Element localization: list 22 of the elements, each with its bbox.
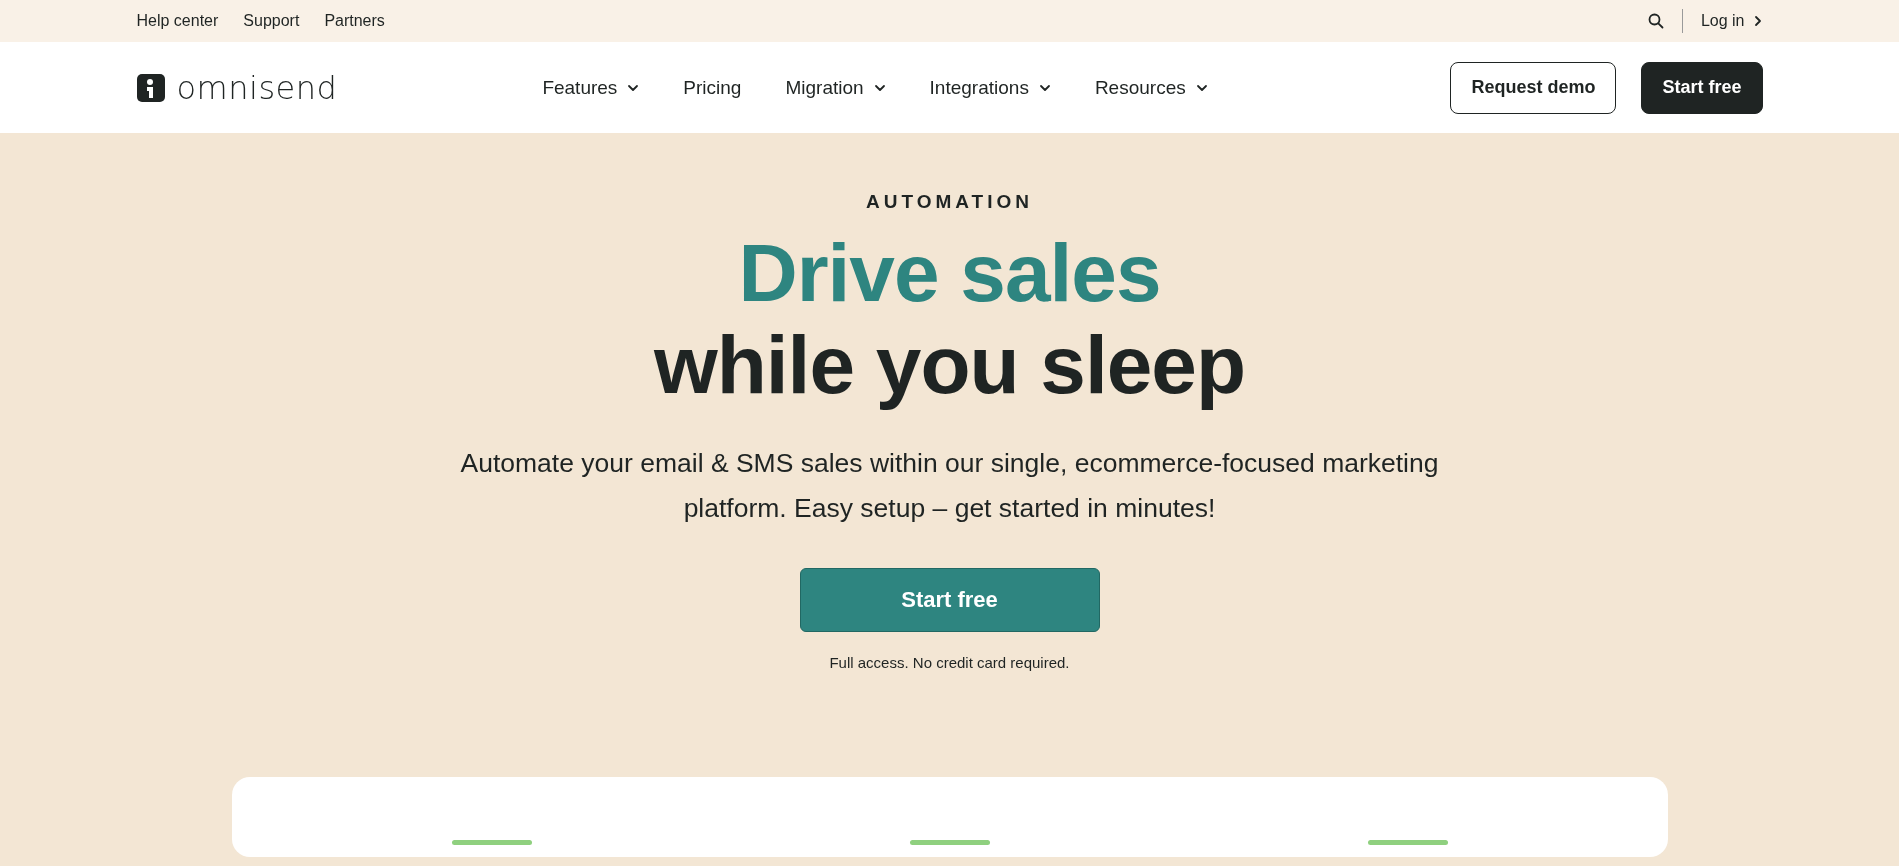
start-free-button[interactable]: Start free	[1641, 61, 1763, 114]
top-link[interactable]: Support	[243, 12, 300, 30]
search-button[interactable]	[1647, 13, 1664, 29]
eyebrow-label: AUTOMATION	[866, 191, 1033, 213]
nav-item[interactable]: Migration	[785, 76, 886, 99]
nav-item[interactable]: Pricing	[683, 76, 742, 99]
hero-heading: while you sleep	[653, 319, 1246, 411]
note-text: Full access. No credit card required.	[829, 654, 1070, 671]
login-link[interactable]: Log in	[1700, 12, 1763, 30]
top-link[interactable]: Help center	[136, 12, 219, 30]
request-demo-button[interactable]: Request demo	[1450, 61, 1617, 114]
chevron-right-icon	[1752, 15, 1763, 27]
search-icon	[1647, 13, 1664, 29]
hero-heading: Drive sales	[738, 227, 1161, 319]
nav-item[interactable]: Resources	[1094, 76, 1208, 99]
start-free-button[interactable]: Start free	[799, 568, 1100, 632]
top-link[interactable]: Partners	[324, 12, 385, 30]
nav-item[interactable]: Integrations	[929, 76, 1051, 99]
logo[interactable]: omnisend	[136, 68, 338, 107]
logo-icon	[136, 73, 165, 102]
nav-item[interactable]: Features	[542, 76, 640, 99]
hero-subtitle: Automate your email & SMS sales within our single, ecommerce-focused marketing platform. Easy setup – get started in minutes!	[459, 447, 1440, 525]
